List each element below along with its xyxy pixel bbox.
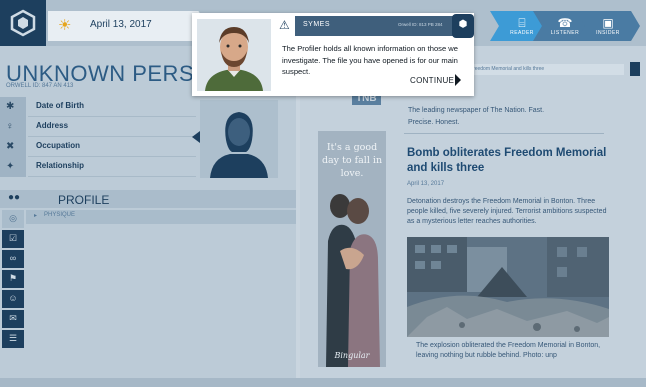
article-date: April 13, 2017 [407,181,445,187]
person-silhouette-icon [210,112,268,178]
mode-insider-button[interactable]: ▣ INSIDER [576,11,640,41]
side-button-link[interactable]: ∞ [2,250,24,268]
field-address[interactable]: ♀ Address [0,117,196,137]
bottom-strip [0,378,646,387]
person-icon: ☺ [8,293,18,303]
flag-icon: ⚑ [8,273,18,283]
current-date: April 13, 2017 [90,19,152,30]
orwell-logo-button[interactable] [0,0,46,46]
ad-slogan: It's a good day to fall in love. [321,142,383,179]
article-nav-text: Freedom Memorial and kills three [470,66,545,72]
globe-icon: ◎ [9,213,17,223]
speaker-orwell-id: Orwell ID: 813 PB 284 [398,22,443,27]
photo-caption: The explosion obliterated the Freedom Me… [416,342,601,359]
bearded-man-portrait-icon [197,19,271,91]
field-label: Date of Birth [36,101,84,110]
rubble-photo-illustration [407,237,609,337]
sun-weather-icon: ☀ [58,17,72,34]
mode-insider-label: INSIDER [596,30,620,36]
side-button-globe[interactable]: ◎ [2,210,24,228]
document-icon: ☰ [8,333,18,343]
field-occupation[interactable]: ✖ Occupation [0,137,196,157]
field-label: Address [36,121,69,130]
side-button-person[interactable]: ☺ [2,290,24,308]
side-button-flag[interactable]: ⚑ [2,270,24,288]
tools-icon: ✖ [6,141,15,152]
field-date-of-birth[interactable]: ✱ Date of Birth [0,97,196,117]
side-button-checklist[interactable]: ☑ [2,230,24,248]
ad-brand-logo: Bingular [334,351,370,360]
location-icon: ♀ [6,121,14,132]
hexagon-logo-icon [10,9,36,37]
person-orwell-id: ORWELL ID: 847 AN 413 [6,83,74,89]
continue-button[interactable]: CONTINUE [410,76,454,85]
people-group-icon: ●● [8,192,21,203]
pointer-arrow-icon [192,131,200,143]
profile-section-tab[interactable] [0,190,296,208]
field-relationship[interactable]: ✦ Relationship [0,157,196,177]
orwell-hex-button[interactable]: ⬢ [452,14,474,38]
unknown-person-avatar[interactable] [200,100,278,178]
checklist-icon: ☑ [8,233,18,243]
people-icon: ✦ [6,161,15,172]
article-body[interactable]: Detonation destroys the Freedom Memorial… [407,197,609,227]
advertisement[interactable]: It's a good day to fall in love. Bingula… [318,131,386,367]
expand-arrow-icon: ▸ [34,213,38,219]
monitor-icon: ▣ [602,16,614,30]
continue-arrow-icon[interactable] [455,74,461,86]
field-label: Relationship [36,161,85,170]
warning-icon: ⚠ [279,18,290,32]
symes-portrait [197,19,271,91]
speaker-name: SYMES [303,21,331,28]
asterisk-icon: ✱ [6,101,15,112]
field-label: Occupation [36,141,81,150]
divider [404,133,604,134]
physique-label: PHYSIQUE [44,212,76,218]
bookmark-icon[interactable] [630,62,640,76]
hexagon-icon: ⬢ [458,19,468,30]
article-headline[interactable]: Bomb obliterates Freedom Memorial and ki… [407,146,607,176]
chat-icon: ✉ [9,313,17,323]
profile-section-label: PROFILE [58,193,110,207]
article-photo[interactable] [407,237,609,337]
newspaper-tagline: The leading newspaper of The Nation. Fas… [408,107,545,126]
link-icon: ∞ [9,253,17,263]
side-button-chat[interactable]: ✉ [2,310,24,328]
side-button-document[interactable]: ☰ [2,330,24,348]
dialog-message: The Profiler holds all known information… [282,44,459,76]
